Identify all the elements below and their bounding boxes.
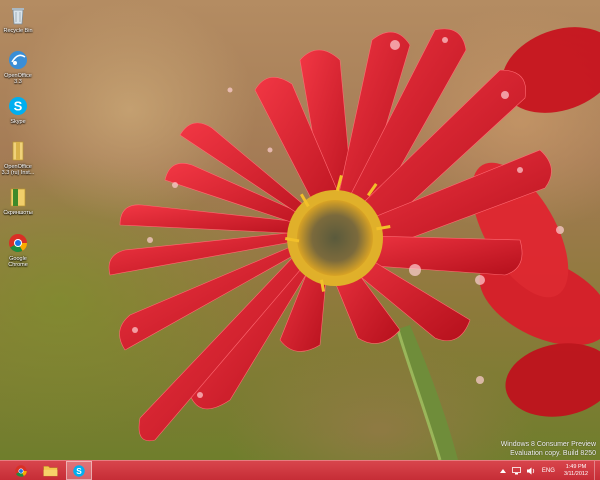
folder-icon <box>42 466 58 477</box>
taskbar: S ENG 1:49 PM 3/11/2012 <box>0 460 600 480</box>
desktop-icon-label: OpenOffice 3.3 <box>4 73 32 85</box>
tray-network-button[interactable] <box>512 466 521 475</box>
desktop-icon-google-chrome[interactable]: Google Chrome <box>0 232 36 268</box>
desktop-icon-label: Скриншоты <box>3 210 33 216</box>
svg-text:S: S <box>76 466 82 475</box>
taskbar-app-skype[interactable]: S <box>66 461 92 480</box>
taskbar-app-chrome[interactable] <box>8 461 34 480</box>
watermark-build: Evaluation copy. Build 8250 <box>510 450 596 457</box>
folder-icon <box>7 140 29 162</box>
show-desktop-button[interactable] <box>594 461 600 480</box>
desktop-wallpaper <box>0 0 600 460</box>
chevron-up-icon <box>499 468 506 473</box>
desktop-icon-skype[interactable]: S Skype <box>0 95 36 125</box>
desktop-icon-label: Skype <box>10 119 26 125</box>
chrome-icon <box>15 464 27 477</box>
openoffice-icon <box>7 49 29 71</box>
taskbar-clock[interactable]: 1:49 PM 3/11/2012 <box>564 464 588 478</box>
desktop-icon-label: Google Chrome <box>8 256 28 268</box>
recycle-bin-icon <box>7 4 29 26</box>
speaker-icon <box>526 467 535 474</box>
chrome-icon <box>7 232 29 254</box>
show-hidden-icons-button[interactable] <box>499 468 506 474</box>
clock-date: 3/11/2012 <box>563 470 588 477</box>
tray-volume-button[interactable] <box>526 467 536 475</box>
watermark-edition: Windows 8 Consumer Preview <box>500 441 596 448</box>
desktop-icon-recycle-bin[interactable]: Recycle Bin <box>0 4 36 34</box>
clock-time: 1:49 PM <box>565 463 587 470</box>
skype-icon: S <box>7 95 29 117</box>
taskbar-app-file-explorer[interactable] <box>37 461 63 480</box>
svg-text:S: S <box>14 99 23 114</box>
skype-icon: S <box>73 464 85 477</box>
desktop-icon-openoffice-installer[interactable]: OpenOffice 3.3 (ru) Inst... <box>0 140 36 176</box>
system-tray: ENG 1:49 PM 3/11/2012 <box>497 461 600 480</box>
desktop-icon-label: OpenOffice 3.3 (ru) Inst... <box>1 164 35 176</box>
network-icon <box>512 466 521 474</box>
folder-icon <box>7 186 29 208</box>
build-watermark: Windows 8 Consumer Preview Evaluation co… <box>501 440 596 458</box>
desktop-icon-label: Recycle Bin <box>3 28 33 34</box>
desktop-icon-openoffice[interactable]: OpenOffice 3.3 <box>0 49 36 85</box>
desktop-icon-screenshots[interactable]: Скриншоты <box>0 186 36 216</box>
input-language-indicator[interactable]: ENG <box>542 468 555 474</box>
gerbera-flower-image <box>108 27 600 460</box>
